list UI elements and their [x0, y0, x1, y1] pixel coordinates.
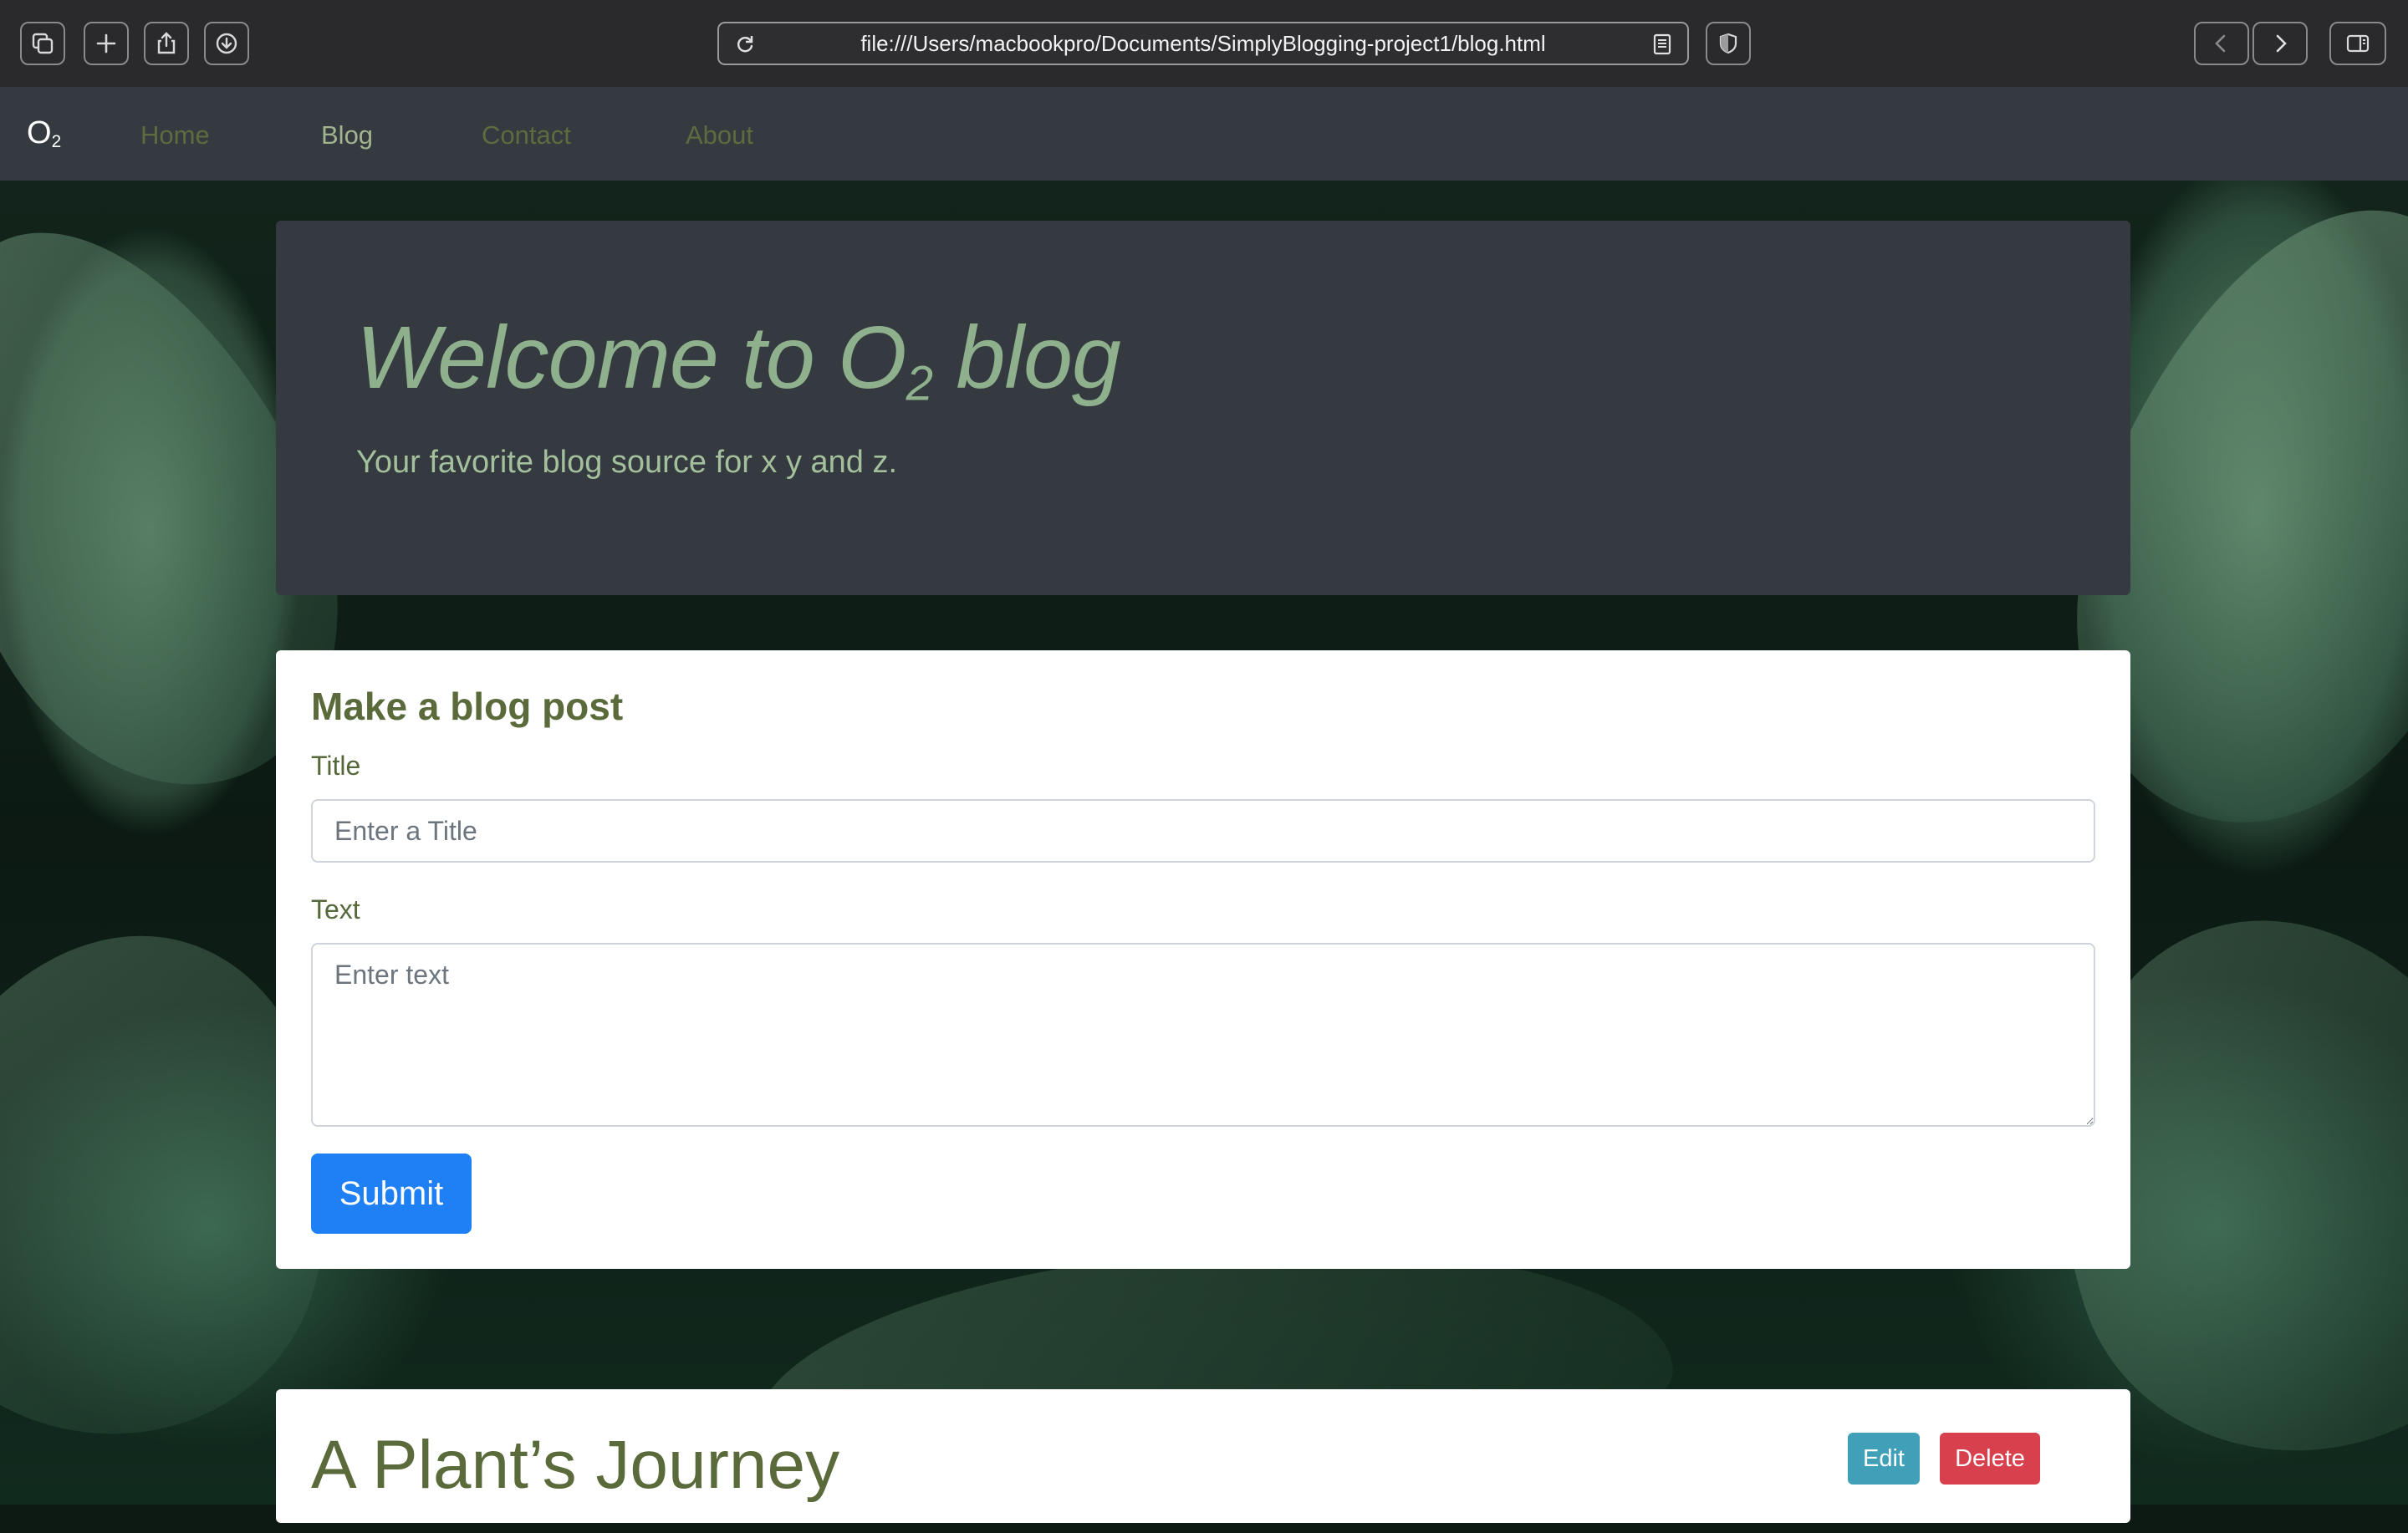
- edit-post-button[interactable]: Edit: [1848, 1433, 1920, 1485]
- hero-title: Welcome to O2 blog: [356, 308, 1121, 411]
- address-text[interactable]: file:///Users/macbookpro/Documents/Simpl…: [860, 31, 1545, 57]
- submit-button[interactable]: Submit: [311, 1154, 472, 1234]
- title-input[interactable]: [311, 799, 2095, 863]
- delete-post-button[interactable]: Delete: [1940, 1433, 2040, 1485]
- brand-logo[interactable]: O2: [27, 115, 61, 152]
- blog-post-card: A Plant’s Journey Edit Delete: [276, 1389, 2130, 1523]
- download-icon[interactable]: [204, 22, 249, 65]
- nav-link-blog[interactable]: Blog: [321, 120, 373, 150]
- title-label: Title: [311, 751, 361, 781]
- new-tab-icon[interactable]: [84, 22, 129, 65]
- nav-link-contact[interactable]: Contact: [482, 120, 571, 150]
- form-heading: Make a blog post: [311, 685, 624, 728]
- hero-subtitle: Your favorite blog source for x y and z.: [356, 445, 898, 480]
- text-label: Text: [311, 894, 360, 924]
- new-post-form: Make a blog post Title Text Submit: [276, 650, 2130, 1269]
- reload-icon[interactable]: [734, 33, 756, 55]
- forward-icon[interactable]: [2252, 22, 2308, 65]
- text-input[interactable]: [311, 943, 2095, 1127]
- site-navbar: O2 Home Blog Contact About: [0, 87, 2408, 181]
- tab-overview-icon[interactable]: [20, 22, 65, 65]
- post-title: A Plant’s Journey: [311, 1427, 840, 1503]
- nav-link-about[interactable]: About: [686, 120, 753, 150]
- privacy-shield-icon[interactable]: [1706, 22, 1751, 65]
- browser-toolbar: file:///Users/macbookpro/Documents/Simpl…: [0, 0, 2408, 88]
- back-icon[interactable]: [2194, 22, 2249, 65]
- nav-link-home[interactable]: Home: [140, 120, 210, 150]
- sidebar-icon[interactable]: [2329, 22, 2386, 65]
- address-bar[interactable]: file:///Users/macbookpro/Documents/Simpl…: [717, 22, 1689, 65]
- reader-icon[interactable]: [1652, 33, 1672, 55]
- hero-jumbotron: Welcome to O2 blog Your favorite blog so…: [276, 221, 2130, 595]
- share-icon[interactable]: [144, 22, 189, 65]
